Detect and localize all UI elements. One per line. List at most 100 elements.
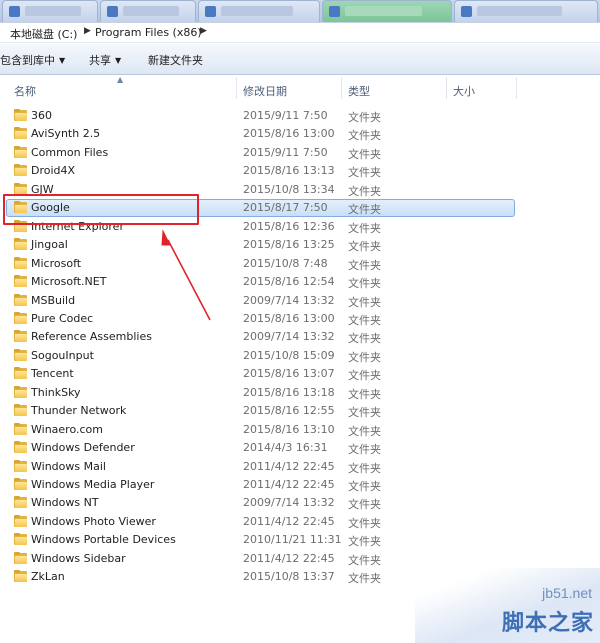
browser-tab-strip (0, 0, 600, 22)
breadcrumb-item-drive[interactable]: 本地磁盘 (C:) (10, 26, 77, 42)
folder-icon (14, 145, 27, 158)
file-type: 文件夹 (348, 572, 381, 586)
list-item[interactable]: Microsoft 2015/10/8 7:48 文件夹 (0, 254, 600, 272)
file-name: Windows Mail (31, 459, 106, 473)
dropdown-arrow-icon: ▼ (59, 56, 66, 65)
list-item[interactable]: MSBuild 2009/7/14 13:32 文件夹 (0, 291, 600, 309)
file-type: 文件夹 (348, 295, 381, 309)
list-item[interactable]: Droid4X 2015/8/16 13:13 文件夹 (0, 161, 600, 179)
file-type: 文件夹 (348, 424, 381, 438)
file-modified-date: 2009/7/14 13:32 (243, 496, 335, 510)
file-type: 文件夹 (348, 516, 381, 530)
folder-icon (14, 533, 27, 546)
file-name: Windows Sidebar (31, 551, 126, 565)
file-type: 文件夹 (348, 203, 381, 217)
list-item[interactable]: Windows Mail 2011/4/12 22:45 文件夹 (0, 457, 600, 475)
new-folder-button[interactable]: 新建文件夹 (148, 52, 203, 68)
column-divider[interactable] (446, 77, 447, 99)
file-type: 文件夹 (348, 461, 381, 475)
list-item[interactable]: Thunder Network 2015/8/16 12:55 文件夹 (0, 401, 600, 419)
folder-icon (14, 293, 27, 306)
file-name: Tencent (31, 367, 74, 381)
column-header-modified[interactable]: 修改日期 (243, 75, 287, 101)
list-item[interactable]: Windows NT 2009/7/14 13:32 文件夹 (0, 493, 600, 511)
file-name: Microsoft (31, 256, 82, 270)
folder-icon (14, 496, 27, 509)
file-type: 文件夹 (348, 443, 381, 457)
list-item[interactable]: Winaero.com 2015/8/16 13:10 文件夹 (0, 420, 600, 438)
list-item[interactable]: SogouInput 2015/10/8 15:09 文件夹 (0, 346, 600, 364)
column-header-size[interactable]: 大小 (453, 75, 475, 101)
file-type: 文件夹 (348, 332, 381, 346)
file-name: Windows Defender (31, 441, 135, 455)
list-item[interactable]: Reference Assemblies 2009/7/14 13:32 文件夹 (0, 327, 600, 345)
breadcrumb-item-folder[interactable]: Program Files (x86) (95, 26, 202, 39)
browser-tab[interactable] (198, 0, 320, 22)
file-name: Windows NT (31, 496, 99, 510)
file-modified-date: 2011/4/12 22:45 (243, 459, 335, 473)
column-divider[interactable] (236, 77, 237, 99)
browser-tab[interactable] (454, 0, 598, 22)
folder-icon (14, 238, 27, 251)
file-modified-date: 2015/9/11 7:50 (243, 109, 328, 122)
watermark-site: jb51.net (542, 585, 592, 601)
file-type: 文件夹 (348, 240, 381, 254)
file-modified-date: 2015/9/11 7:50 (243, 145, 328, 159)
folder-icon (14, 330, 27, 343)
list-item[interactable]: Jingoal 2015/8/16 13:25 文件夹 (0, 235, 600, 253)
list-item[interactable]: Microsoft.NET 2015/8/16 12:54 文件夹 (0, 272, 600, 290)
file-modified-date: 2015/8/16 13:25 (243, 238, 335, 252)
folder-icon (14, 348, 27, 361)
list-item[interactable]: Windows Defender 2014/4/3 16:31 文件夹 (0, 438, 600, 456)
list-item[interactable]: AviSynth 2.5 2015/8/16 13:00 文件夹 (0, 124, 600, 142)
tab-title (25, 6, 82, 16)
folder-icon (14, 127, 27, 140)
file-name: Jingoal (31, 238, 68, 252)
include-in-library-button[interactable]: 包含到库中 ▼ (0, 52, 65, 68)
list-item[interactable]: Windows Media Player 2011/4/12 22:45 文件夹 (0, 475, 600, 493)
file-name: ThinkSky (31, 385, 81, 399)
file-modified-date: 2015/10/8 13:34 (243, 182, 335, 196)
list-item[interactable]: Common Files 2015/9/11 7:50 文件夹 (0, 143, 600, 161)
list-item[interactable]: Windows Sidebar 2011/4/12 22:45 文件夹 (0, 549, 600, 567)
file-modified-date: 2015/8/16 13:00 (243, 311, 335, 325)
column-divider[interactable] (516, 77, 517, 99)
tab-icon (107, 6, 118, 17)
breadcrumb[interactable]: 本地磁盘 (C:) ▶ Program Files (x86) ▶ (0, 22, 600, 43)
column-divider[interactable] (341, 77, 342, 99)
folder-icon (14, 478, 27, 490)
file-type: 文件夹 (348, 406, 381, 420)
file-name: Windows Portable Devices (31, 533, 176, 547)
browser-tab-active[interactable] (322, 0, 452, 22)
share-button[interactable]: 共享 ▼ (89, 52, 121, 68)
browser-tab[interactable] (2, 0, 98, 22)
tab-icon (461, 6, 472, 17)
list-item[interactable]: 360 2015/9/11 7:50 文件夹 (0, 106, 600, 124)
tab-icon (205, 6, 216, 17)
file-modified-date: 2015/8/16 13:13 (243, 164, 335, 178)
breadcrumb-chevron-icon[interactable]: ▶ (84, 26, 91, 36)
list-item[interactable]: ThinkSky 2015/8/16 13:18 文件夹 (0, 383, 600, 401)
browser-tab[interactable] (100, 0, 196, 22)
tab-title (345, 6, 422, 16)
column-header-name[interactable]: 名称 (14, 75, 36, 101)
file-type: 文件夹 (348, 553, 381, 567)
file-type: 文件夹 (348, 498, 381, 512)
file-modified-date: 2011/4/12 22:45 (243, 551, 335, 565)
file-type: 文件夹 (348, 480, 381, 493)
file-modified-date: 2015/8/16 12:55 (243, 404, 335, 418)
column-header-row: ▲ 名称 修改日期 类型 大小 (0, 75, 600, 101)
file-modified-date: 2009/7/14 13:32 (243, 293, 335, 307)
file-type: 文件夹 (348, 369, 381, 383)
file-type: 文件夹 (348, 147, 381, 161)
folder-icon (14, 256, 27, 269)
list-item[interactable]: Pure Codec 2015/8/16 13:00 文件夹 (0, 309, 600, 327)
list-item[interactable]: Windows Portable Devices 2010/11/21 11:31… (0, 530, 600, 548)
list-item[interactable]: Tencent 2015/8/16 13:07 文件夹 (0, 364, 600, 382)
list-item[interactable]: Windows Photo Viewer 2011/4/12 22:45 文件夹 (0, 512, 600, 530)
file-type: 文件夹 (348, 111, 381, 124)
column-header-type[interactable]: 类型 (348, 75, 370, 101)
breadcrumb-chevron-icon[interactable]: ▶ (200, 26, 207, 36)
file-modified-date: 2015/10/8 7:48 (243, 256, 328, 270)
file-type: 文件夹 (348, 387, 381, 401)
